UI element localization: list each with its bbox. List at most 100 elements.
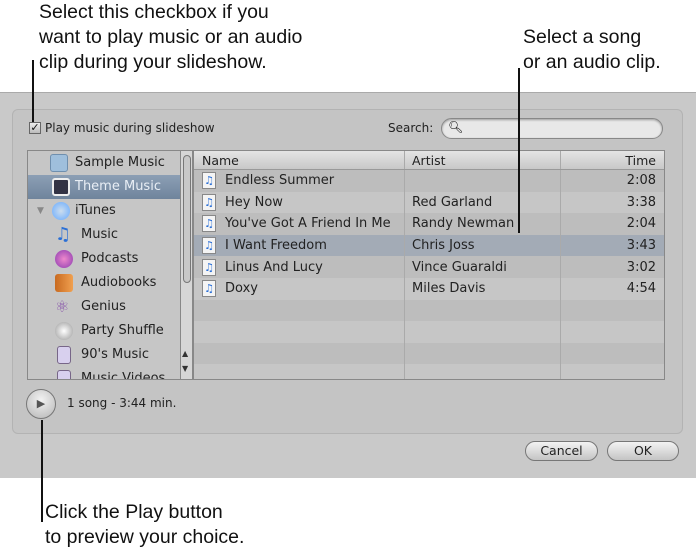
audio-file-icon: ♫	[202, 237, 216, 255]
itunes-icon	[52, 202, 70, 220]
source-label: 90's Music	[81, 347, 150, 362]
source-label: Theme Music	[75, 179, 161, 194]
cell-time: 3:38	[626, 194, 656, 210]
disclosure-triangle-icon[interactable]: ▼	[37, 199, 44, 223]
cell-name: ♫ Endless Summer	[194, 170, 405, 192]
scrollbar-thumb[interactable]	[183, 155, 191, 283]
cell-artist	[405, 170, 561, 192]
cell-artist: Randy Newman	[405, 213, 561, 235]
cell-time: 2:08	[626, 173, 656, 189]
cell-artist: Vince Guaraldi	[405, 256, 561, 278]
scroll-up-arrow-icon[interactable]: ▲	[182, 349, 188, 358]
audio-file-icon: ♫	[202, 258, 216, 276]
cell-name: ♫ You've Got A Friend In Me	[194, 213, 405, 235]
empty-row	[194, 321, 664, 343]
song-name: Doxy	[225, 281, 258, 297]
music-note-icon: ♫	[55, 224, 72, 245]
callout-line: to preview your choice.	[45, 526, 245, 548]
play-music-label: Play music during slideshow	[45, 121, 215, 135]
cell-time: 4:54	[626, 281, 656, 297]
song-table: Name Artist Time ♫ Endless Summer 2:08 ♫ Hey…	[193, 150, 665, 380]
column-header-time[interactable]: Time	[561, 151, 664, 169]
source-90s-music[interactable]: 90's Music	[28, 343, 181, 367]
song-name: I Want Freedom	[225, 238, 327, 254]
scroll-down-arrow-icon[interactable]: ▼	[182, 364, 188, 373]
source-podcasts[interactable]: Podcasts	[28, 247, 181, 271]
callout-song: Select a song or an audio clip.	[523, 25, 661, 75]
table-row[interactable]: ♫ Linus And Lucy Vince Guaraldi 3:02	[194, 256, 664, 278]
source-party-shuffle[interactable]: Party Shuffle	[28, 319, 181, 343]
column-header-name[interactable]: Name	[194, 151, 405, 169]
source-label: Audiobooks	[81, 275, 157, 290]
empty-row	[194, 364, 664, 379]
callout-line: or an audio clip.	[523, 51, 661, 73]
theme-icon	[52, 178, 70, 196]
callout-play: Click the Play button to preview your ch…	[45, 500, 244, 550]
search-icon: 🔍︎	[448, 120, 464, 134]
table-row[interactable]: ♫ Hey Now Red Garland 3:38	[194, 191, 664, 214]
callout-pointer	[32, 60, 34, 122]
source-itunes[interactable]: ▼ iTunes	[28, 199, 181, 223]
cancel-button[interactable]: Cancel	[525, 441, 598, 461]
source-label: Music Videos	[81, 371, 166, 380]
cell-time: 2:04	[626, 216, 656, 232]
source-label: Podcasts	[81, 251, 139, 266]
play-icon: ▶	[36, 397, 46, 410]
source-music[interactable]: ♫ Music	[28, 223, 181, 247]
cell-name: ♫ I Want Freedom	[194, 234, 405, 257]
podcast-icon	[55, 250, 73, 268]
folder-icon	[50, 154, 68, 172]
cell-artist: Chris Joss	[405, 234, 561, 257]
empty-row	[194, 299, 664, 322]
cell-time: 3:43	[626, 238, 656, 254]
audio-file-icon: ♫	[202, 215, 216, 233]
cell-name: ♫ Linus And Lucy	[194, 256, 405, 278]
cell-artist: Miles Davis	[405, 277, 561, 300]
song-name: Endless Summer	[225, 173, 335, 189]
party-shuffle-icon	[55, 322, 73, 340]
smart-playlist-icon	[57, 346, 71, 364]
audio-file-icon: ♫	[202, 193, 216, 211]
empty-row	[194, 342, 664, 365]
source-label: Music	[81, 227, 118, 242]
source-genius[interactable]: ⚛ Genius	[28, 295, 181, 319]
audio-file-icon: ♫	[202, 280, 216, 298]
callout-pointer	[41, 420, 43, 522]
source-label: Genius	[81, 299, 126, 314]
source-music-videos[interactable]: Music Videos	[28, 367, 181, 380]
column-header-artist[interactable]: Artist	[405, 151, 561, 169]
table-header: Name Artist Time	[194, 151, 664, 170]
song-name: Hey Now	[225, 194, 283, 210]
playlist-icon	[57, 370, 71, 379]
audio-file-icon: ♫	[202, 172, 216, 190]
cell-time: 3:02	[626, 259, 656, 275]
source-theme-music[interactable]: Theme Music	[28, 175, 181, 199]
table-row[interactable]: ♫ You've Got A Friend In Me Randy Newman 2:…	[194, 213, 664, 235]
play-button[interactable]: ▶	[26, 389, 56, 419]
song-name: Linus And Lucy	[225, 259, 323, 275]
callout-line: Select a song	[523, 26, 642, 48]
play-music-checkbox[interactable]: ✓	[29, 122, 41, 134]
source-label: iTunes	[75, 203, 116, 218]
table-row[interactable]: ♫ Doxy Miles Davis 4:54	[194, 277, 664, 300]
selection-status: 1 song - 3:44 min.	[67, 396, 177, 410]
song-name: You've Got A Friend In Me	[225, 216, 391, 232]
table-row[interactable]: ♫ I Want Freedom Chris Joss 3:43	[194, 234, 664, 257]
callout-line: Select this checkbox if you	[39, 1, 269, 23]
callout-checkbox: Select this checkbox if you want to play…	[39, 0, 302, 75]
source-list: Sample Music Theme Music ▼ iTunes ♫ Music …	[27, 150, 181, 380]
callout-line: want to play music or an audio	[39, 26, 303, 48]
callout-line: clip during your slideshow.	[39, 51, 267, 73]
source-audiobooks[interactable]: Audiobooks	[28, 271, 181, 295]
cell-name: ♫ Doxy	[194, 277, 405, 300]
ok-button[interactable]: OK	[607, 441, 679, 461]
callout-line: Click the Play button	[45, 501, 223, 523]
search-input[interactable]: 🔍︎	[441, 118, 663, 139]
source-scrollbar[interactable]: ▲ ▼	[180, 150, 193, 380]
search-label: Search:	[388, 121, 434, 135]
source-sample-music[interactable]: Sample Music	[28, 151, 181, 175]
cell-artist: Red Garland	[405, 191, 561, 214]
source-label: Sample Music	[75, 155, 165, 170]
genius-icon: ⚛	[55, 297, 70, 316]
table-row[interactable]: ♫ Endless Summer 2:08	[194, 170, 664, 192]
